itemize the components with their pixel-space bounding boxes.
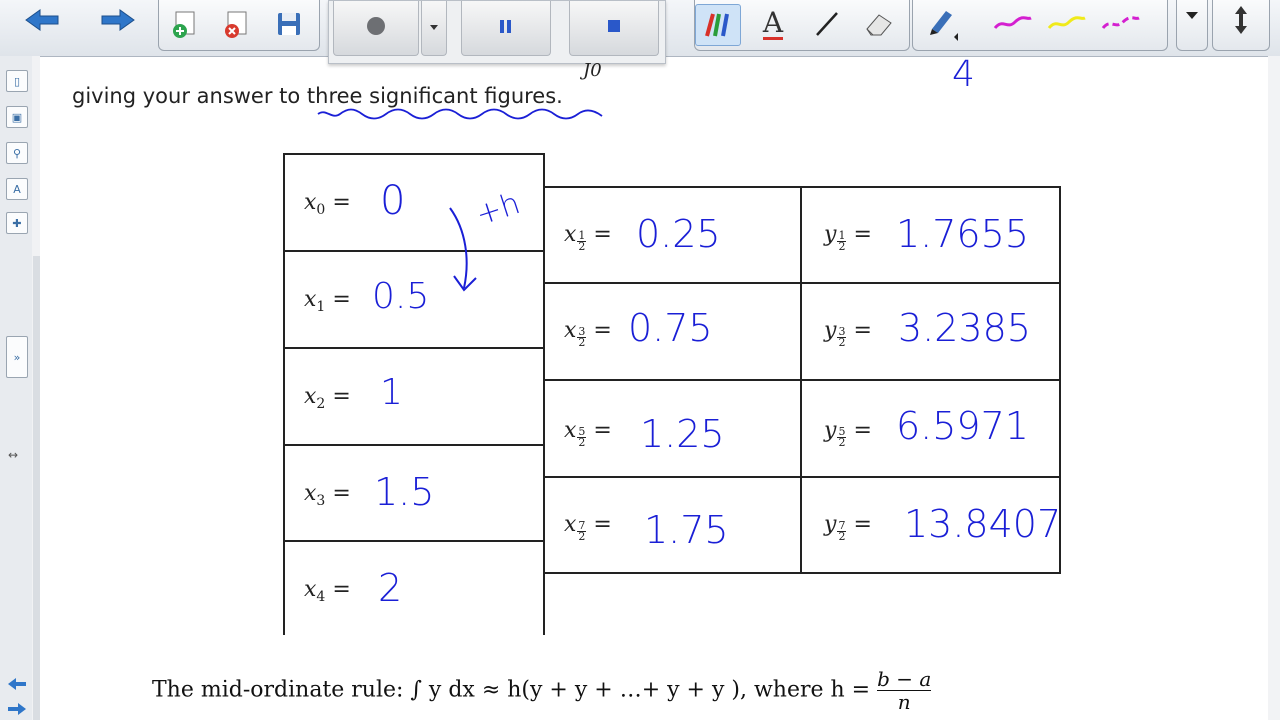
toolbar-position-button[interactable] xyxy=(1212,0,1270,51)
yellow-stroke-icon[interactable] xyxy=(1045,4,1089,44)
left-sidebar: ▯ ▣ ⚲ A ✚ » ↔ xyxy=(0,56,33,720)
annotation-plus-h: +h xyxy=(471,186,525,233)
value-y-seven-halves: 13.8407 xyxy=(904,502,1062,546)
left-cell-label: x3 = xyxy=(304,481,351,509)
eraser-icon[interactable] xyxy=(857,4,901,44)
stop-icon xyxy=(608,20,620,32)
mid-cell-label: x72 = xyxy=(564,512,612,543)
formula-lead: The mid-ordinate rule: xyxy=(152,677,404,703)
h-denominator: n xyxy=(897,690,911,714)
back-arrow-icon[interactable] xyxy=(20,0,64,40)
handwritten-four: 4 xyxy=(952,54,975,95)
mid-cell-label: x12 = xyxy=(564,222,612,253)
record-icon xyxy=(367,17,385,35)
pause-icon xyxy=(500,20,511,33)
value-y-five-halves: 6.5971 xyxy=(896,404,1029,448)
record-button[interactable] xyxy=(333,1,419,56)
h-fraction: b − a n xyxy=(877,667,932,714)
pens-icon[interactable] xyxy=(695,4,741,46)
attachments-icon[interactable]: ⚲ xyxy=(6,142,28,164)
drawing-tools-group: A xyxy=(694,0,910,51)
left-cell-label: x2 = xyxy=(304,384,351,412)
gallery-icon[interactable]: ▣ xyxy=(6,106,28,128)
value-x-five-halves: 1.25 xyxy=(640,412,725,456)
mid-cell-label: x52 = xyxy=(564,418,612,449)
resize-icon xyxy=(1235,6,1247,34)
value-y-three-halves: 3.2385 xyxy=(898,306,1031,350)
recorder-panel xyxy=(328,0,666,64)
pen-icon[interactable] xyxy=(919,4,963,44)
mid-cell-label: x32 = xyxy=(564,318,612,349)
record-options-button[interactable] xyxy=(421,1,447,56)
right-cell-label: y72 = xyxy=(824,512,872,543)
value-x3: 1.5 xyxy=(374,470,435,514)
properties-icon[interactable]: A xyxy=(6,178,28,200)
save-icon[interactable] xyxy=(267,4,311,44)
addons-icon[interactable]: ✚ xyxy=(6,212,28,234)
h-numerator: b − a xyxy=(877,667,932,691)
pause-button[interactable] xyxy=(461,1,551,56)
value-x2: 1 xyxy=(380,372,403,413)
mid-ordinate-formula: The mid-ordinate rule: ∫ y dx ≈ h(y + y … xyxy=(152,667,932,714)
forward-arrow-icon[interactable] xyxy=(96,0,140,40)
question-text: giving your answer to three significant … xyxy=(72,84,563,108)
pen-style-group xyxy=(912,0,1168,51)
magenta-stroke-icon[interactable] xyxy=(991,4,1035,44)
resize-handle-icon[interactable]: ↔ xyxy=(8,448,18,462)
right-cell-label: y12 = xyxy=(824,222,872,253)
value-x-half: 0.25 xyxy=(636,212,721,256)
sidebar-back-icon[interactable] xyxy=(6,676,28,696)
magenta-dash-icon[interactable] xyxy=(1099,4,1143,44)
formula-body: ∫ y dx ≈ h(y + y + …+ y + y ), where h = xyxy=(410,677,871,703)
text-icon[interactable]: A xyxy=(751,4,795,44)
value-x-three-halves: 0.75 xyxy=(628,306,713,350)
value-x1: 0.5 xyxy=(372,276,430,317)
stop-button[interactable] xyxy=(569,1,659,56)
left-cell-label: x1 = xyxy=(304,287,351,315)
chevron-down-icon xyxy=(430,25,438,30)
delete-page-icon[interactable] xyxy=(215,4,259,44)
value-y-half: 1.7655 xyxy=(896,212,1029,256)
scrollbar[interactable] xyxy=(1268,56,1280,720)
sidebar-collapse-handle[interactable]: » xyxy=(6,336,28,378)
line-icon[interactable] xyxy=(805,4,849,44)
left-cell-label: x0 = xyxy=(304,190,351,218)
text-tool-label: A xyxy=(762,5,784,40)
left-cell-label: x4 = xyxy=(304,577,351,605)
page-sorter-icon[interactable]: ▯ xyxy=(6,70,28,92)
value-x0: 0 xyxy=(380,178,406,224)
page-tools-group xyxy=(158,0,320,51)
add-page-icon[interactable] xyxy=(163,4,207,44)
dropdown-icon xyxy=(1186,12,1198,19)
dropdown-button[interactable] xyxy=(1176,0,1208,51)
right-cell-label: y52 = xyxy=(824,418,872,449)
right-cell-label: y32 = xyxy=(824,318,872,349)
sidebar-forward-icon[interactable] xyxy=(6,701,28,721)
value-x4: 2 xyxy=(378,566,403,610)
underline-squiggle xyxy=(317,108,603,120)
integral-limit-fragment: J0 xyxy=(583,60,602,81)
value-x-seven-halves: 1.75 xyxy=(644,508,729,552)
page-shade xyxy=(33,256,40,720)
